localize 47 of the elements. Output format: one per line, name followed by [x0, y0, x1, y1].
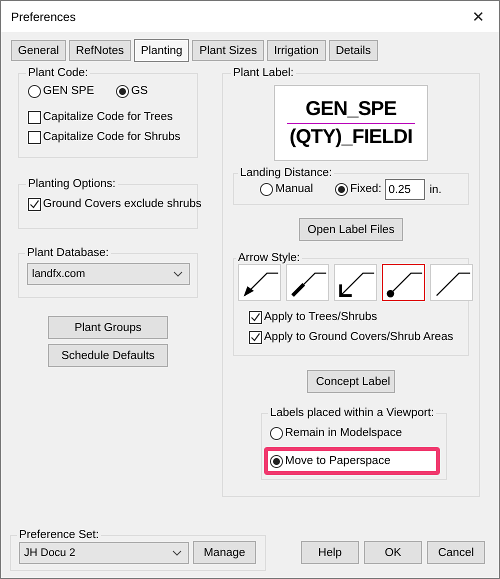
radio-option[interactable]: Remain in Modelspace — [270, 423, 402, 443]
concept-label-button[interactable]: Concept Label — [307, 370, 395, 393]
checkbox[interactable]: Apply to Ground Covers/Shrub Areas — [249, 327, 468, 347]
distance-field[interactable]: 0.25 — [385, 179, 426, 200]
unit-label: in. — [429, 184, 442, 196]
close-button[interactable]: ✕ — [472, 8, 489, 26]
group-title: Arrow Style: — [237, 252, 301, 264]
checkmark-icon — [29, 198, 40, 210]
radio-option[interactable]: Move to Paperspace — [270, 451, 390, 471]
checkmark-icon — [250, 332, 261, 342]
dialog-button[interactable]: Cancel — [427, 541, 485, 564]
open-label-files-button[interactable]: Open Label Files — [298, 218, 404, 241]
dialog-button[interactable]: Help — [301, 541, 359, 564]
preview-text: (QTY)_FIELDI — [290, 126, 412, 148]
dialog-button[interactable]: OK — [364, 541, 422, 564]
manage-button[interactable]: Manage — [193, 541, 256, 564]
group-title: Plant Label: — [232, 67, 295, 79]
group-title: Landing Distance: — [239, 167, 334, 179]
chevron-down-icon — [173, 271, 183, 277]
group-title: Preference Set: — [18, 529, 100, 541]
arrow-style-option[interactable] — [382, 264, 425, 301]
radio-option[interactable]: GS — [116, 81, 148, 101]
checkbox[interactable]: Capitalize Code for Trees — [28, 107, 173, 127]
radio-option[interactable]: GEN SPE — [28, 81, 94, 101]
tab[interactable]: Irrigation — [266, 40, 326, 61]
tab[interactable]: General — [11, 40, 66, 61]
radio-option[interactable]: Manual — [260, 179, 314, 199]
tab[interactable]: RefNotes — [68, 40, 131, 61]
checkmark-icon — [250, 312, 261, 322]
preview-text: GEN_SPE — [306, 98, 396, 120]
preference-set-dropdown[interactable]: JH Docu 2 — [19, 542, 189, 564]
action-button[interactable]: Plant Groups — [48, 316, 168, 339]
tab[interactable]: Plant Sizes — [192, 40, 264, 61]
window-title: Preferences — [11, 10, 76, 24]
tab[interactable]: Planting — [134, 39, 190, 62]
chevron-down-icon — [172, 550, 182, 556]
group-title: Plant Database: — [26, 247, 110, 259]
checkbox[interactable]: Apply to Trees/Shrubs — [249, 307, 468, 327]
checkbox[interactable]: Ground Covers exclude shrubs — [28, 194, 202, 214]
database-dropdown[interactable]: landfx.com — [27, 263, 190, 285]
group-title: Planting Options: — [27, 178, 117, 190]
group-title: Plant Code: — [27, 67, 90, 79]
radio-option[interactable]: Fixed: — [335, 179, 382, 199]
checkbox[interactable]: Capitalize Code for Shrubs — [28, 127, 180, 147]
tab[interactable]: Details — [328, 40, 378, 61]
group-title: Labels placed within a Viewport: — [269, 407, 436, 419]
action-button[interactable]: Schedule Defaults — [48, 344, 168, 367]
